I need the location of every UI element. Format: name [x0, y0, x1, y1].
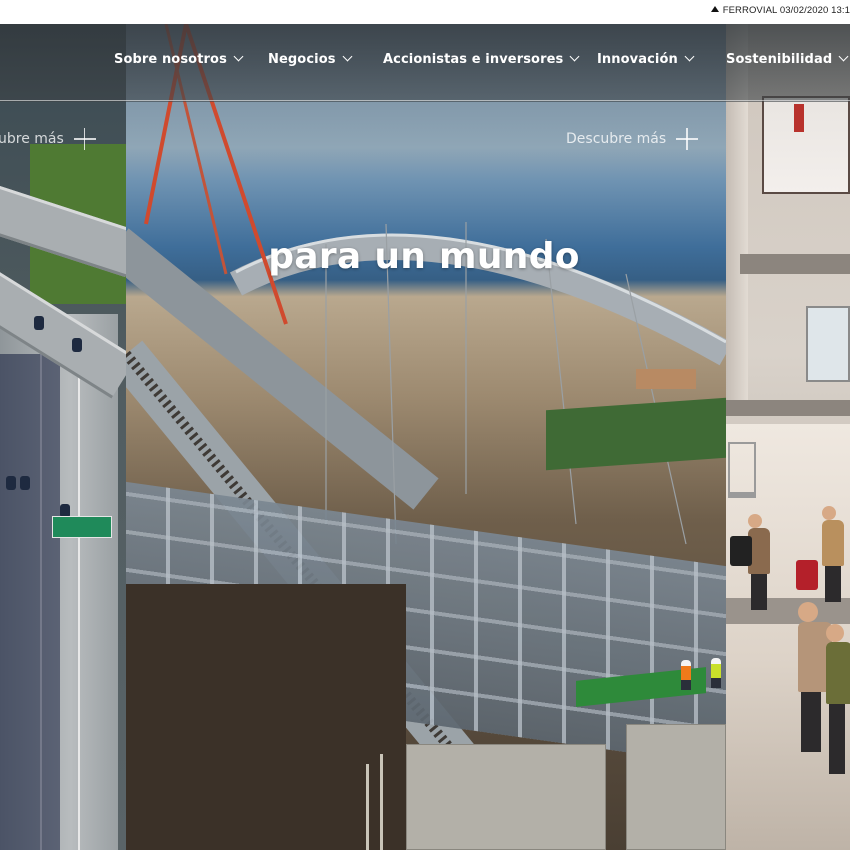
houses: [636, 369, 696, 389]
triangle-up-icon: [710, 6, 719, 12]
hero-headline-text: para un mundo: [268, 236, 580, 277]
worker: [711, 658, 721, 688]
luggage-trolley: [728, 442, 756, 498]
concrete-block: [626, 724, 726, 850]
info-board: [806, 306, 850, 382]
chevron-down-icon: [684, 51, 695, 62]
hero-panel-airport[interactable]: [726, 24, 850, 850]
plus-icon: [73, 128, 96, 150]
nav-item-label: Innovación: [597, 52, 678, 67]
lane-line: [78, 324, 80, 850]
car: [72, 338, 82, 352]
chevron-down-icon: [233, 51, 244, 62]
chevron-down-icon: [342, 51, 353, 62]
plus-icon: [676, 128, 699, 150]
nav-item-innovacion[interactable]: Innovación: [597, 51, 695, 74]
chevron-down-icon: [569, 51, 580, 62]
nav-item-label: Negocios: [268, 52, 336, 67]
concrete-block: [406, 744, 606, 850]
car: [6, 476, 16, 490]
nav-item-sobre-nosotros[interactable]: Sobre nosotros: [114, 51, 244, 74]
hero-section: Sobre nosotros Negocios Accionistas e in…: [0, 24, 850, 850]
main-nav: Sobre nosotros Negocios Accionistas e in…: [0, 51, 850, 74]
stock-ticker[interactable]: FERROVIAL 03/02/2020 13:1: [710, 5, 850, 16]
baggage-belt: [726, 400, 850, 416]
rebar: [380, 754, 383, 850]
nav-item-accionistas[interactable]: Accionistas e inversores: [383, 51, 580, 74]
road-sign: [52, 516, 112, 538]
stock-ticker-text: FERROVIAL 03/02/2020 13:1: [722, 5, 850, 16]
hillside: [546, 397, 726, 471]
chevron-down-icon: [838, 51, 849, 62]
hero-headline: para un mundo: [0, 236, 850, 277]
suitcase: [730, 536, 752, 566]
nav-item-negocios[interactable]: Negocios: [268, 51, 353, 74]
car: [20, 476, 30, 490]
nav-divider: [0, 100, 850, 101]
bridge-girder: [126, 228, 439, 510]
advert-screen: [762, 96, 850, 194]
discover-more-link-highway[interactable]: ubre más: [0, 128, 96, 150]
discover-more-label: Descubre más: [566, 131, 667, 147]
rebar: [366, 764, 369, 850]
car: [34, 316, 44, 330]
road-shadow: [0, 354, 60, 850]
nav-item-label: Sostenibilidad: [726, 52, 833, 67]
nav-item-sostenibilidad[interactable]: Sostenibilidad: [726, 51, 849, 74]
discover-more-link-bridge[interactable]: Descubre más: [566, 128, 699, 150]
nav-item-label: Accionistas e inversores: [383, 52, 564, 67]
traveler: [826, 624, 850, 774]
stock-ticker-bar: FERROVIAL 03/02/2020 13:1: [0, 0, 850, 24]
excavation: [126, 584, 406, 850]
discover-more-label: ubre más: [0, 131, 64, 147]
traveler: [822, 506, 844, 602]
suitcase: [796, 560, 818, 590]
worker: [681, 660, 691, 690]
nav-item-label: Sobre nosotros: [114, 52, 227, 67]
